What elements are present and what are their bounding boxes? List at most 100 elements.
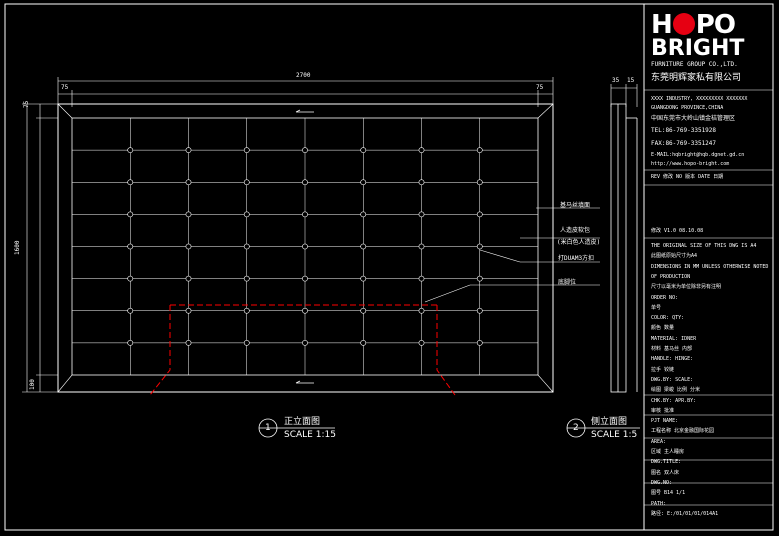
tufting-button: [360, 147, 367, 154]
revision-header: REV 修改 NO 版本 DATE 日期: [651, 174, 724, 180]
title-block-line: PATH:: [651, 500, 667, 507]
title-block-line: THE ORIGINAL SIZE OF THIS DWG IS A4: [651, 243, 757, 249]
tufting-button: [302, 275, 308, 282]
dim-right-margin: 75: [536, 84, 544, 91]
title-block-line: ORDER NO:: [651, 294, 679, 301]
title-block-line: 区域 主人睡房: [651, 449, 685, 455]
company-tel: TEL:86-769-3351928: [651, 127, 717, 134]
title-block-line: 拉手 铰链: [651, 366, 675, 373]
title-block-line: MATERIAL: IDNER: [651, 335, 697, 342]
top-dimension: [57, 77, 638, 107]
tufting-button: [418, 147, 425, 154]
tufting-button: [243, 211, 250, 218]
tufting-button: [360, 275, 367, 282]
title-block-line: 材料 基马丝 内部: [651, 346, 693, 352]
dim-bottom: 100: [29, 379, 36, 390]
logo-red-circle: [672, 13, 695, 35]
tufting-button: [418, 179, 425, 186]
side-view-scale: SCALE 1:5: [591, 430, 638, 440]
tufting-button: [127, 243, 134, 250]
company-address-en-2: GUANGDONG PROVINCE,CHINA: [651, 105, 724, 111]
title-block-line: OF PRODUCTION: [651, 273, 691, 280]
tufting-button: [418, 307, 425, 314]
title-block-line: 尺寸以毫米为单位除非另有注明: [651, 284, 722, 291]
front-view-scale: SCALE 1:15: [284, 430, 336, 440]
title-block-line: DWG.TITLE:: [651, 459, 682, 466]
tufting-button: [360, 243, 367, 250]
side-view-title: 侧立面图: [591, 417, 628, 427]
leg-position-outline: [149, 304, 456, 396]
annotation-leather-color: (米白色人造皮): [557, 239, 601, 246]
annotation-leg-position: 底脚位: [558, 279, 577, 286]
tufting-button: [476, 179, 483, 186]
title-block-line: COLOR: QTY:: [651, 315, 685, 322]
title-block-line: 颜色 数量: [651, 325, 675, 332]
company-name-cn: 东莞明辉家私有限公司: [651, 73, 742, 83]
tufting-button: [302, 307, 308, 314]
dim-side-b: 15: [627, 77, 635, 84]
tufting-button: [127, 179, 134, 186]
tufting-button: [476, 147, 483, 154]
tufting-button: [243, 243, 250, 250]
tufting-button: [185, 147, 192, 154]
company-address-cn: 中国东莞市大岭山镇金桔管理区: [651, 115, 736, 122]
annotation-buttons: 打DUAM3方扣: [558, 255, 595, 262]
title-block-line: 路径: E:/01/01/01/014A1: [651, 510, 719, 517]
side-view-number: 2: [573, 423, 579, 433]
tufting-button: [302, 243, 308, 250]
left-dimension: [22, 103, 58, 393]
title-block-line: 图号 B14 1/1: [651, 490, 686, 497]
annotation-fabric-panel: 基马丝填面: [560, 202, 591, 209]
company-email: E-MAIL:hqbright@hqb.dgnet.gd.cn: [651, 152, 745, 158]
annotation-leather-padding: 人造皮软包: [560, 227, 591, 234]
front-view-number: 1: [265, 423, 271, 433]
tufting-button: [360, 211, 367, 218]
tufting-button: [302, 179, 308, 186]
front-view-title: 正立面图: [284, 417, 321, 427]
title-block-line: HANDLE: HINGE:: [651, 356, 694, 363]
tufting-button: [302, 147, 308, 154]
title-block-line: 工程名称 北京金融国际花园: [651, 428, 715, 435]
title-block-line: DIMENSIONS IN MM UNLESS OTHERWISE NOTED: [651, 263, 769, 270]
tufting-button: [476, 275, 483, 282]
tufting-button: [243, 307, 250, 314]
title-block-line: DWG.BY: SCALE:: [651, 376, 694, 383]
tufting-button: [360, 339, 367, 346]
title-block-line: 绘图 梁峻 比例 分米: [651, 387, 701, 394]
tufting-button: [476, 211, 483, 218]
dim-top-margin: 75: [23, 100, 30, 108]
title-block-line: PJT NAME:: [651, 418, 679, 425]
tufting-button: [185, 179, 192, 186]
company-website: http://www.hopo-bright.com: [651, 161, 730, 167]
tufting-button: [418, 243, 425, 250]
tufting-button: [243, 339, 250, 346]
tufting-button: [127, 339, 134, 346]
title-block-line: DWG.NO:: [651, 479, 673, 486]
tufting-button: [127, 307, 134, 314]
revision-row: 修改 V1.0 08.10.08: [651, 228, 704, 234]
tufting-button: [127, 211, 134, 218]
dim-total-width: 2700: [296, 72, 311, 79]
tufting-button: [185, 243, 192, 250]
title-block-line: 审核 批准: [651, 407, 675, 414]
tufting-button: [360, 307, 367, 314]
tufting-button: [185, 211, 192, 218]
tufting-grid: [72, 118, 538, 375]
tufting-button: [127, 275, 134, 282]
tufting-button: [418, 275, 425, 282]
brand-logo-bright: BRIGHT: [651, 36, 745, 61]
company-fax: FAX:86-769-3351247: [651, 140, 717, 147]
company-address-en-1: XXXX INDUSTRY, XXXXXXXXX XXXXXXX: [651, 96, 748, 102]
tufting-button: [127, 147, 134, 154]
title-block-line: 单号: [651, 304, 662, 311]
tufting-button: [418, 339, 425, 346]
tufting-button: [302, 211, 308, 218]
tufting-button: [418, 211, 425, 218]
title-block-line: 图名 双人床: [651, 469, 680, 476]
tufting-button: [185, 339, 192, 346]
tufting-button: [302, 339, 308, 346]
tufting-button: [185, 307, 192, 314]
title-block-line: 此图纸原始尺寸为A4: [651, 253, 698, 260]
tufting-button: [360, 179, 367, 186]
title-block-line: CHK.BY: APR.BY:: [651, 397, 697, 404]
